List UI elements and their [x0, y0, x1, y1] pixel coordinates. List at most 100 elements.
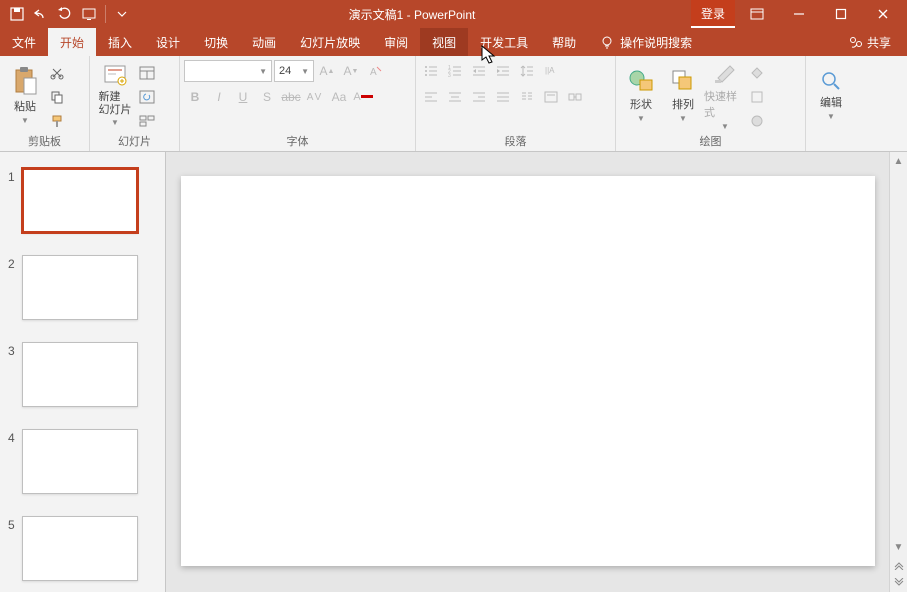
copy-button[interactable] [46, 86, 68, 108]
scroll-track[interactable] [890, 170, 907, 538]
text-direction-button[interactable]: ||A [540, 60, 562, 82]
bullets-button[interactable] [420, 60, 442, 82]
paste-button[interactable]: 粘贴 ▼ [4, 58, 46, 132]
ribbon-display-options-icon[interactable] [737, 0, 777, 28]
justify-button[interactable] [492, 86, 514, 108]
thumbnail-pane[interactable]: 1 2 3 4 5 [0, 152, 166, 592]
increase-font-button[interactable]: A▲ [316, 60, 338, 82]
tab-review[interactable]: 审阅 [372, 28, 420, 56]
tab-developer[interactable]: 开发工具 [468, 28, 540, 56]
thumbnail-item[interactable]: 5 [0, 512, 165, 592]
shape-fill-button[interactable] [746, 62, 768, 84]
decrease-indent-button[interactable] [468, 60, 490, 82]
paste-icon [12, 66, 38, 96]
chevron-down-icon: ▼ [21, 116, 29, 125]
tab-slideshow[interactable]: 幻灯片放映 [288, 28, 372, 56]
start-from-beginning-icon[interactable] [78, 3, 100, 25]
smartart-button[interactable] [564, 86, 586, 108]
thumbnail-slide[interactable] [22, 168, 138, 233]
align-right-button[interactable] [468, 86, 490, 108]
font-size-combo[interactable]: 24▼ [274, 60, 314, 82]
change-case-button[interactable]: Aa [328, 86, 350, 108]
layout-button[interactable] [136, 62, 158, 84]
scroll-down-icon[interactable]: ▼ [890, 538, 907, 556]
align-text-button[interactable] [540, 86, 562, 108]
tab-help[interactable]: 帮助 [540, 28, 588, 56]
tab-animations[interactable]: 动画 [240, 28, 288, 56]
thumbnail-item[interactable]: 2 [0, 251, 165, 338]
quick-styles-button[interactable]: 快速样式 ▼ [704, 58, 746, 132]
quick-styles-label: 快速样式 [704, 88, 746, 120]
thumbnail-slide[interactable] [22, 255, 138, 320]
align-center-button[interactable] [444, 86, 466, 108]
section-button[interactable] [136, 110, 158, 132]
reset-button[interactable] [136, 86, 158, 108]
align-left-button[interactable] [420, 86, 442, 108]
share-label: 共享 [867, 34, 891, 51]
chevron-down-icon: ▼ [721, 122, 729, 131]
scroll-up-icon[interactable]: ▲ [890, 152, 907, 170]
thumbnail-item[interactable]: 4 [0, 425, 165, 512]
login-button[interactable]: 登录 [691, 0, 735, 28]
character-spacing-button[interactable]: AV [304, 86, 326, 108]
new-slide-button[interactable]: 新建 幻灯片 ▼ [94, 58, 136, 132]
svg-text:||A: ||A [545, 66, 555, 75]
thumbnail-slide[interactable] [22, 429, 138, 494]
ribbon: 粘贴 ▼ 剪贴板 新建 幻灯片 ▼ 幻灯片 [0, 56, 907, 152]
tabs-right: 共享 [833, 28, 907, 56]
group-label-font: 字体 [184, 133, 411, 151]
maximize-icon[interactable] [821, 0, 861, 28]
slide-canvas[interactable] [181, 176, 875, 566]
thumbnail-item[interactable]: 3 [0, 338, 165, 425]
undo-icon[interactable] [30, 3, 52, 25]
columns-button[interactable] [516, 86, 538, 108]
strikethrough-button[interactable]: abc [280, 86, 302, 108]
save-icon[interactable] [6, 3, 28, 25]
increase-indent-button[interactable] [492, 60, 514, 82]
redo-icon[interactable] [54, 3, 76, 25]
numbering-button[interactable]: 123 [444, 60, 466, 82]
tab-file[interactable]: 文件 [0, 28, 48, 56]
cut-button[interactable] [46, 62, 68, 84]
slide-editor[interactable] [166, 152, 889, 592]
shape-effects-button[interactable] [746, 110, 768, 132]
thumbnail-slide[interactable] [22, 516, 138, 581]
bold-button[interactable]: B [184, 86, 206, 108]
underline-button[interactable]: U [232, 86, 254, 108]
thumbnail-slide[interactable] [22, 342, 138, 407]
thumbnail-number: 5 [8, 516, 22, 532]
italic-button[interactable]: I [208, 86, 230, 108]
share-icon [849, 35, 863, 49]
tell-me-search[interactable]: 操作说明搜索 [588, 28, 704, 56]
shadow-button[interactable]: S [256, 86, 278, 108]
format-painter-button[interactable] [46, 110, 68, 132]
clear-formatting-button[interactable]: A [364, 60, 386, 82]
decrease-font-button[interactable]: A▼ [340, 60, 362, 82]
editing-button[interactable]: 编辑 ▼ [810, 58, 852, 132]
tell-me-label: 操作说明搜索 [620, 34, 692, 51]
next-slide-icon[interactable] [890, 574, 907, 592]
share-button[interactable]: 共享 [833, 34, 907, 51]
group-slides: 新建 幻灯片 ▼ 幻灯片 [90, 56, 180, 151]
tab-transitions[interactable]: 切换 [192, 28, 240, 56]
font-color-button[interactable]: A [352, 86, 374, 108]
tab-design[interactable]: 设计 [144, 28, 192, 56]
minimize-icon[interactable] [779, 0, 819, 28]
tab-view[interactable]: 视图 [420, 28, 468, 56]
main-area: 1 2 3 4 5 ▲ ▼ [0, 152, 907, 592]
arrange-button[interactable]: 排列 ▼ [662, 58, 704, 132]
line-spacing-button[interactable] [516, 60, 538, 82]
font-size-value: 24 [279, 65, 291, 77]
tab-insert[interactable]: 插入 [96, 28, 144, 56]
vertical-scrollbar[interactable]: ▲ ▼ [889, 152, 907, 592]
thumbnail-number: 4 [8, 429, 22, 445]
close-icon[interactable] [863, 0, 903, 28]
prev-slide-icon[interactable] [890, 556, 907, 574]
thumbnail-item[interactable]: 1 [0, 164, 165, 251]
tab-home[interactable]: 开始 [48, 28, 96, 56]
window-title: 演示文稿1 - PowerPoint [133, 6, 691, 23]
shape-outline-button[interactable] [746, 86, 768, 108]
qat-customize-icon[interactable] [111, 3, 133, 25]
font-name-combo[interactable]: ▼ [184, 60, 272, 82]
shapes-button[interactable]: 形状 ▼ [620, 58, 662, 132]
